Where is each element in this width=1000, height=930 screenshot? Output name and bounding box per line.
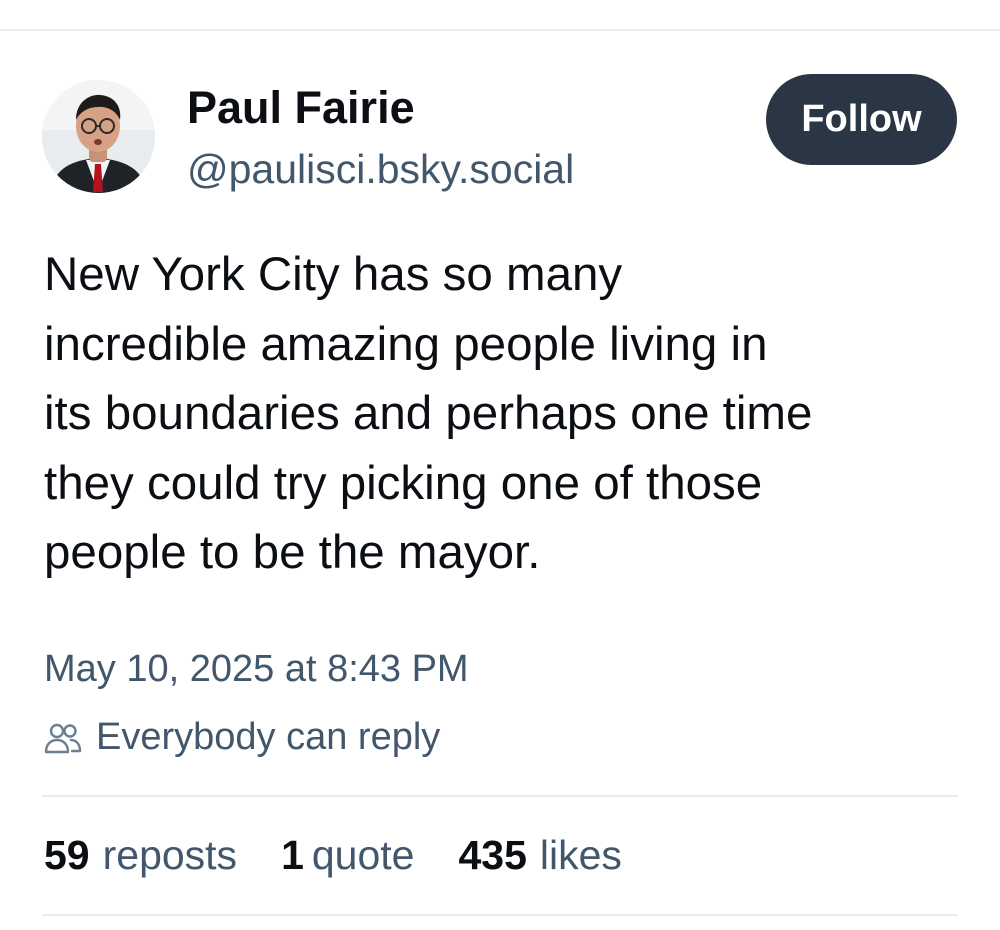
reposts-label: reposts [102,832,238,878]
engagement-stats: 59 reposts 1 quote 435 likes [44,832,666,879]
post-text: New York City has so many incredible ama… [44,240,974,588]
avatar-portrait-icon [42,80,155,193]
quotes-count: 1 [281,832,304,878]
follow-button[interactable]: Follow [766,74,957,165]
people-icon [44,723,82,753]
reposts-stat[interactable]: 59 reposts [44,832,237,879]
post-text-line: they could try picking one of those [44,456,763,510]
reposts-count: 59 [44,832,90,878]
likes-stat[interactable]: 435 likes [458,832,621,879]
post-text-line: incredible amazing people living in [44,317,768,371]
likes-count: 435 [458,832,527,878]
top-divider [0,29,1000,31]
reply-setting[interactable]: Everybody can reply [44,716,440,759]
divider [42,795,958,797]
post-text-line: its boundaries and perhaps one time [44,387,813,440]
quotes-stat[interactable]: 1 quote [281,832,414,879]
post-thread-view: Paul Fairie @paulisci.bsky.social Follow… [0,0,1000,930]
likes-label: likes [539,832,622,878]
avatar[interactable] [42,80,155,193]
quotes-label: quote [311,832,415,878]
author-name[interactable]: Paul Fairie [187,82,415,134]
divider [42,914,958,916]
reply-setting-label: Everybody can reply [96,716,441,758]
post-timestamp[interactable]: May 10, 2025 at 8:43 PM [44,648,469,691]
post-text-line: New York City has so many [44,248,623,301]
post-text-line: people to be the mayor. [44,526,541,579]
author-handle[interactable]: @paulisci.bsky.social [187,146,574,193]
